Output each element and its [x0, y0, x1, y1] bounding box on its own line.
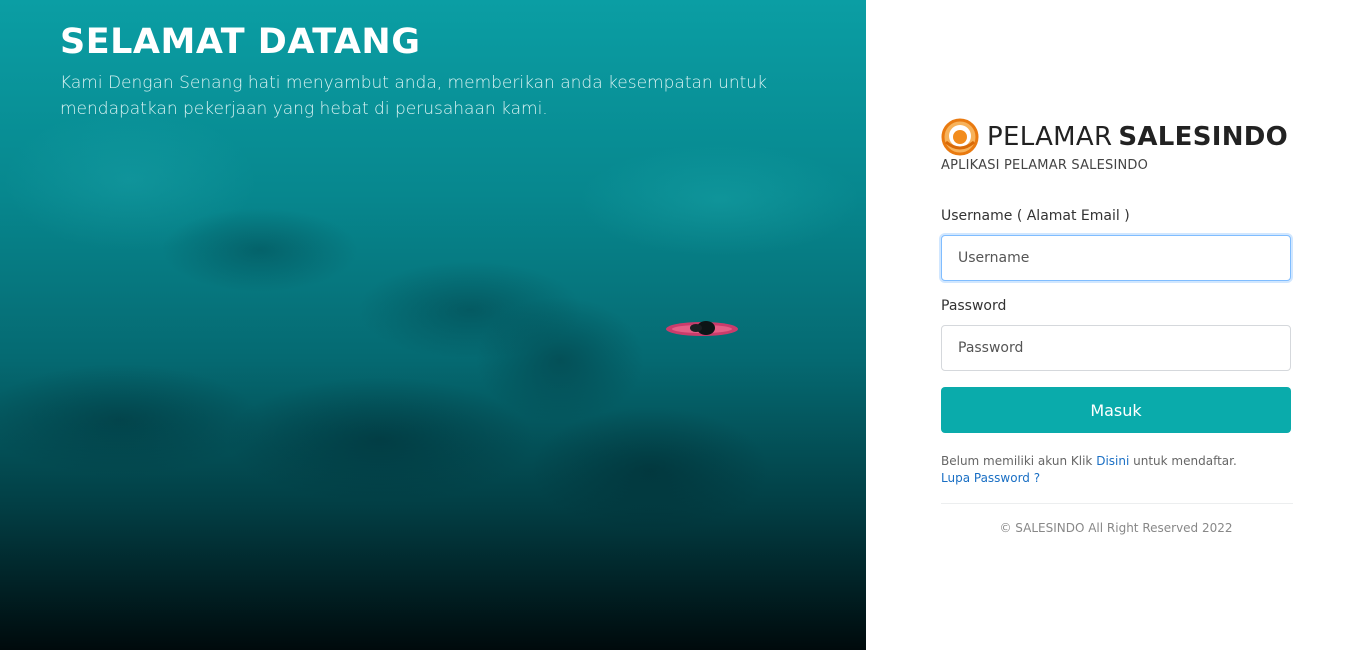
register-suffix: untuk mendaftar. — [1133, 454, 1237, 468]
brand-header: PELAMAR SALESINDO — [941, 118, 1288, 156]
brand-name: PELAMAR SALESINDO — [987, 119, 1288, 155]
divider — [941, 503, 1293, 504]
password-input[interactable] — [941, 325, 1291, 371]
login-button[interactable]: Masuk — [941, 387, 1291, 433]
welcome-subtitle: Kami Dengan Senang hati menyambut anda, … — [60, 73, 767, 119]
brand-name-light: PELAMAR — [987, 122, 1113, 152]
register-note: Belum memiliki akun Klik Disini untuk me… — [941, 454, 1237, 468]
register-prefix: Belum memiliki akun Klik — [941, 454, 1093, 468]
hero-background-image: SELAMAT DATANG Kami Dengan Senang hati m… — [0, 0, 866, 650]
register-link[interactable]: Disini — [1096, 454, 1129, 468]
surfer-image — [666, 321, 738, 336]
forgot-password-wrapper: Lupa Password ? — [941, 471, 1040, 485]
welcome-title: SELAMAT DATANG — [60, 22, 421, 62]
brand-name-bold: SALESINDO — [1118, 122, 1289, 152]
orange-ring-logo-icon — [941, 118, 979, 156]
username-input[interactable] — [941, 235, 1291, 281]
copyright-footer: © SALESINDO All Right Reserved 2022 — [999, 521, 1233, 535]
password-label: Password — [941, 298, 1007, 314]
forgot-password-link[interactable]: Lupa Password ? — [941, 471, 1040, 485]
brand-tagline: APLIKASI PELAMAR SALESINDO — [941, 158, 1149, 173]
username-label: Username ( Alamat Email ) — [941, 208, 1130, 224]
